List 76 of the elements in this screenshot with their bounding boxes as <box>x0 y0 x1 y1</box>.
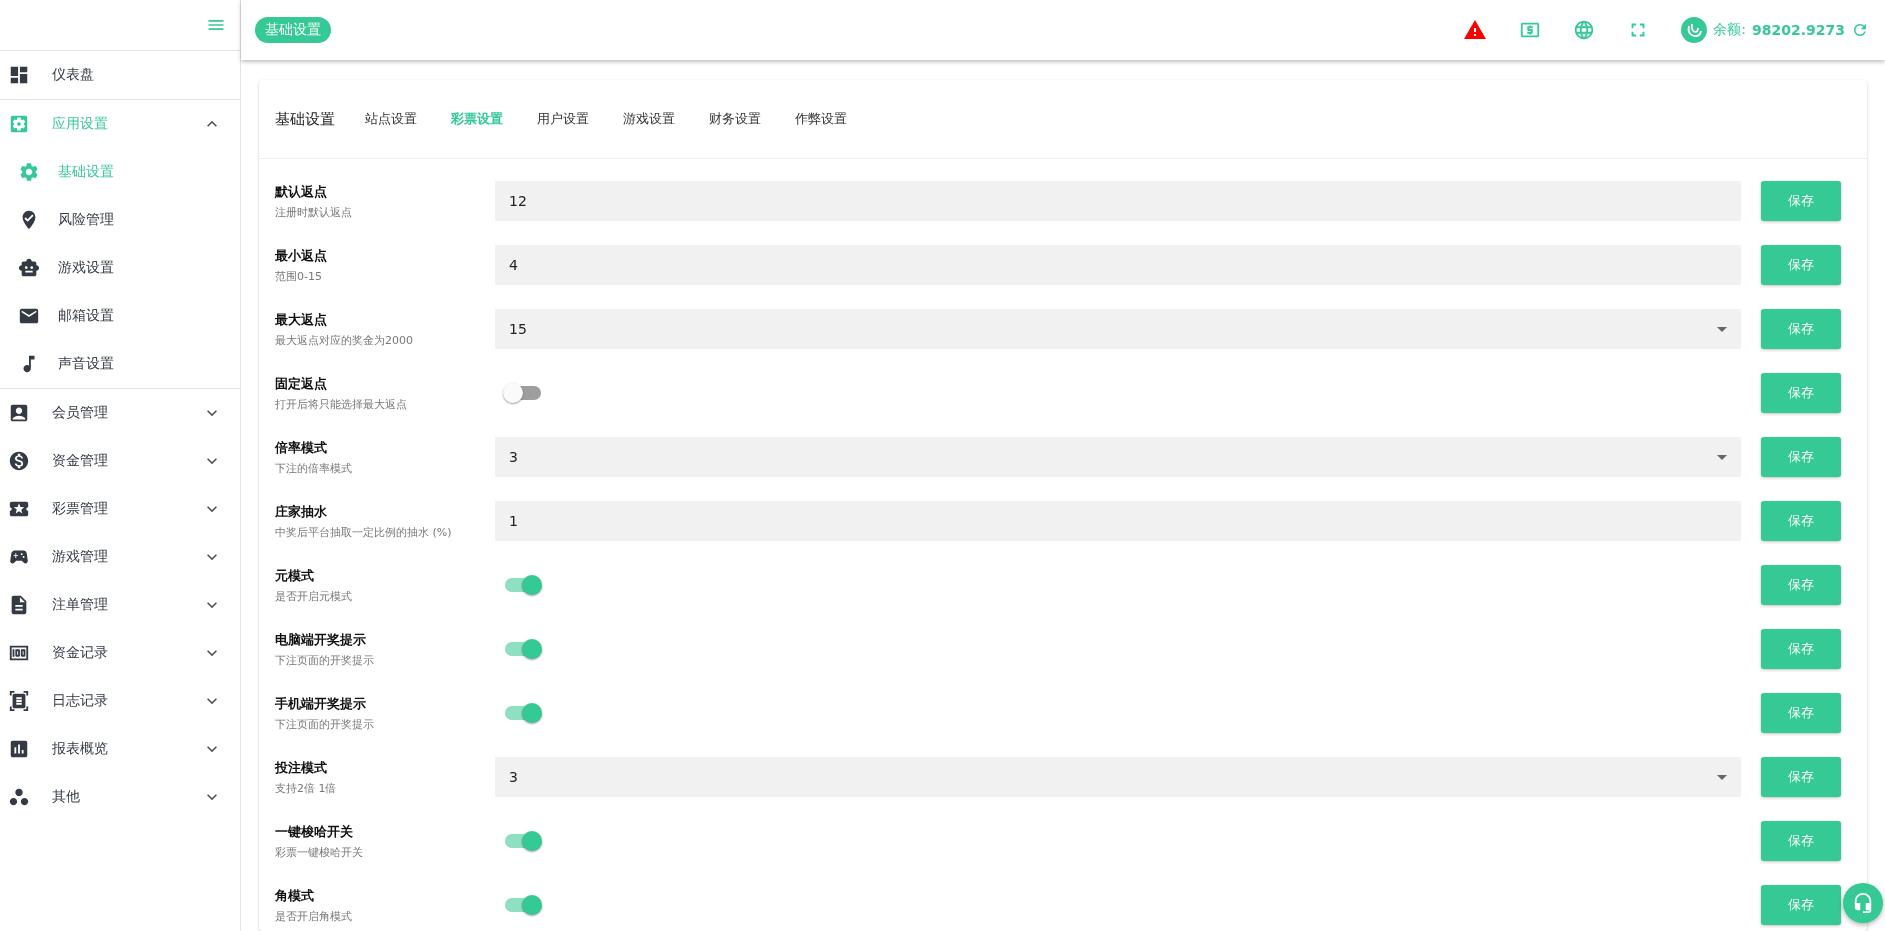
tab[interactable]: 站点设置 <box>365 110 417 128</box>
dashboard-icon <box>8 64 30 86</box>
toggle-switch[interactable] <box>503 639 543 659</box>
sidebar-subitem[interactable]: 声音设置 <box>0 340 240 388</box>
toggle-switch[interactable] <box>503 831 543 851</box>
toggle-switch[interactable] <box>503 575 543 595</box>
setting-label: 手机端开奖提示 <box>275 694 367 713</box>
setting-label: 一键梭哈开关 <box>275 822 354 841</box>
balance-value: 98202.9273 <box>1752 22 1845 38</box>
setting-hint: 下注页面的开奖提示 <box>275 716 375 732</box>
setting-label: 固定返点 <box>275 374 328 393</box>
toggle-switch[interactable] <box>503 383 543 403</box>
sidebar-item[interactable]: 其他 <box>0 773 240 821</box>
input-field[interactable]: 12 <box>495 181 1741 221</box>
setting-label: 投注模式 <box>275 758 328 777</box>
setting-label: 默认返点 <box>275 182 328 201</box>
setting-label: 电脑端开奖提示 <box>275 630 367 649</box>
toggle-switch[interactable] <box>503 895 543 915</box>
input-field[interactable]: 1 <box>495 501 1741 541</box>
globe-icon[interactable] <box>1573 19 1596 41</box>
tab[interactable]: 财务设置 <box>709 110 761 128</box>
sidebar-item[interactable]: 仪表盘 <box>0 51 240 99</box>
setting-label: 最小返点 <box>275 246 328 265</box>
bar-chart-icon <box>8 738 30 760</box>
setting-hint: 最大返点对应的奖金为2000 <box>275 332 414 348</box>
warning-icon[interactable] <box>1463 18 1488 42</box>
sidebar-item[interactable]: 游戏管理 <box>0 533 240 581</box>
setting-hint: 彩票一键梭哈开关 <box>275 844 364 860</box>
tab[interactable]: 作弊设置 <box>795 110 847 128</box>
caret-icon <box>1717 454 1727 460</box>
setting-hint: 注册时默认返点 <box>275 204 353 220</box>
setting-hint: 下注页面的开奖提示 <box>275 652 375 668</box>
tab[interactable]: 用户设置 <box>537 110 589 128</box>
sidebar-item[interactable]: 会员管理 <box>0 389 240 437</box>
sidebar-subitem[interactable]: 风险管理 <box>0 196 240 244</box>
balance-label: 余额: <box>1713 21 1746 39</box>
card-title: 基础设置 <box>275 109 335 129</box>
select-field[interactable]: 3 <box>495 437 1741 477</box>
setting-label: 倍率模式 <box>275 438 328 457</box>
scan-document-icon <box>8 690 30 712</box>
setting-hint: 是否开启角模式 <box>275 908 353 924</box>
sidebar-subitem[interactable]: 邮箱设置 <box>0 292 240 340</box>
setting-hint: 支持2倍 1倍 <box>275 780 338 796</box>
setting-label: 最大返点 <box>275 310 328 329</box>
input-field[interactable]: 4 <box>495 245 1741 285</box>
dollar-icon <box>8 450 30 472</box>
person-icon <box>8 402 30 424</box>
support-button[interactable] <box>1843 883 1883 923</box>
sidebar-item[interactable]: 注单管理 <box>0 581 240 629</box>
setting-label: 角模式 <box>275 886 315 905</box>
toggle-switch[interactable] <box>503 703 543 723</box>
logo-icon <box>1681 17 1708 43</box>
caret-icon <box>1717 774 1727 780</box>
setting-hint: 范围0-15 <box>275 268 323 284</box>
select-field[interactable]: 3 <box>495 757 1741 797</box>
setting-hint: 下注的倍率模式 <box>275 460 353 476</box>
setting-hint: 是否开启元模式 <box>275 588 353 604</box>
sidebar-subitem[interactable]: 游戏设置 <box>0 244 240 292</box>
sidebar-item[interactable]: 日志记录 <box>0 677 240 725</box>
sidebar-item[interactable]: 彩票管理 <box>0 485 240 533</box>
setting-label: 庄家抽水 <box>275 502 328 521</box>
circles-icon <box>8 786 30 808</box>
setting-hint: 打开后将只能选择最大返点 <box>275 396 408 412</box>
select-field[interactable]: 15 <box>495 309 1741 349</box>
settings-box-icon <box>8 113 30 135</box>
gear-icon <box>18 161 40 183</box>
setting-hint: 中奖后平台抽取一定比例的抽水 (%) <box>275 524 453 540</box>
setting-label: 元模式 <box>275 566 315 585</box>
robot-icon <box>18 257 40 279</box>
tab[interactable]: 游戏设置 <box>623 110 675 128</box>
sidebar-item[interactable]: 报表概览 <box>0 725 240 773</box>
caret-icon <box>1717 326 1727 332</box>
sidebar-item[interactable]: 资金管理 <box>0 437 240 485</box>
sidebar-item[interactable]: 资金记录 <box>0 629 240 677</box>
headset-icon <box>1852 892 1874 914</box>
refresh-icon[interactable] <box>1851 21 1869 39</box>
